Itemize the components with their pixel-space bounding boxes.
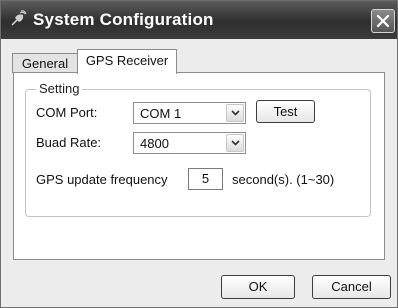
- tab-general[interactable]: General: [12, 53, 78, 73]
- com-port-label: COM Port:: [36, 105, 98, 120]
- tab-panel-gps-receiver: Setting COM Port: COM 1 Test Buad Rate: …: [13, 72, 385, 260]
- setting-groupbox: Setting COM Port: COM 1 Test Buad Rate: …: [25, 81, 371, 217]
- update-frequency-input[interactable]: 5: [188, 168, 223, 190]
- ok-button[interactable]: OK: [221, 275, 295, 299]
- com-port-value: COM 1: [140, 106, 182, 121]
- chevron-down-icon[interactable]: [226, 104, 244, 122]
- test-button[interactable]: Test: [256, 100, 315, 123]
- tab-gps-receiver[interactable]: GPS Receiver: [77, 49, 177, 74]
- setting-group-label: Setting: [36, 81, 83, 96]
- title-bar[interactable]: System Configuration: [1, 1, 397, 39]
- cancel-button[interactable]: Cancel: [312, 275, 391, 299]
- baud-rate-value: 4800: [140, 136, 169, 151]
- chevron-down-icon[interactable]: [226, 134, 244, 152]
- com-port-select[interactable]: COM 1: [133, 102, 246, 124]
- system-configuration-dialog: System Configuration General GPS Receive…: [0, 0, 398, 308]
- close-icon: [376, 14, 390, 28]
- window-title: System Configuration: [33, 10, 214, 29]
- update-frequency-suffix: second(s). (1~30): [232, 172, 335, 187]
- update-frequency-label: GPS update frequency: [36, 172, 168, 187]
- close-button[interactable]: [371, 9, 395, 33]
- baud-rate-label: Buad Rate:: [36, 135, 102, 150]
- satellite-icon: [9, 10, 27, 28]
- baud-rate-select[interactable]: 4800: [133, 132, 246, 154]
